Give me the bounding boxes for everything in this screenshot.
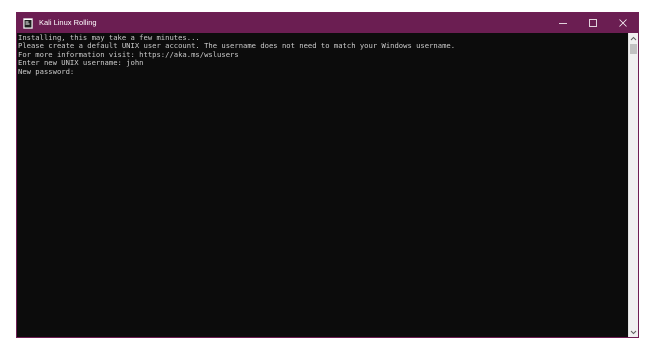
chevron-down-icon <box>630 330 637 334</box>
close-icon <box>619 19 627 27</box>
terminal-output[interactable]: Installing, this may take a few minutes.… <box>17 33 628 337</box>
minimize-button[interactable] <box>548 13 578 33</box>
close-button[interactable] <box>608 13 638 33</box>
window-title: Kali Linux Rolling <box>39 18 97 27</box>
chevron-up-icon <box>630 36 637 40</box>
scroll-up-button[interactable] <box>629 33 638 43</box>
scroll-down-button[interactable] <box>629 327 638 337</box>
scroll-thumb[interactable] <box>630 44 637 54</box>
console-app-icon <box>23 17 33 29</box>
vertical-scrollbar[interactable] <box>628 33 638 337</box>
terminal-line: New password: <box>18 66 75 76</box>
minimize-icon <box>559 23 567 24</box>
maximize-icon <box>589 19 597 27</box>
window-controls <box>548 13 638 33</box>
title-bar[interactable]: Kali Linux Rolling <box>17 13 638 33</box>
maximize-button[interactable] <box>578 13 608 33</box>
terminal-line: Enter new UNIX username: john <box>18 58 144 68</box>
terminal-window: Kali Linux Rolling Installing, this may <box>16 12 639 338</box>
